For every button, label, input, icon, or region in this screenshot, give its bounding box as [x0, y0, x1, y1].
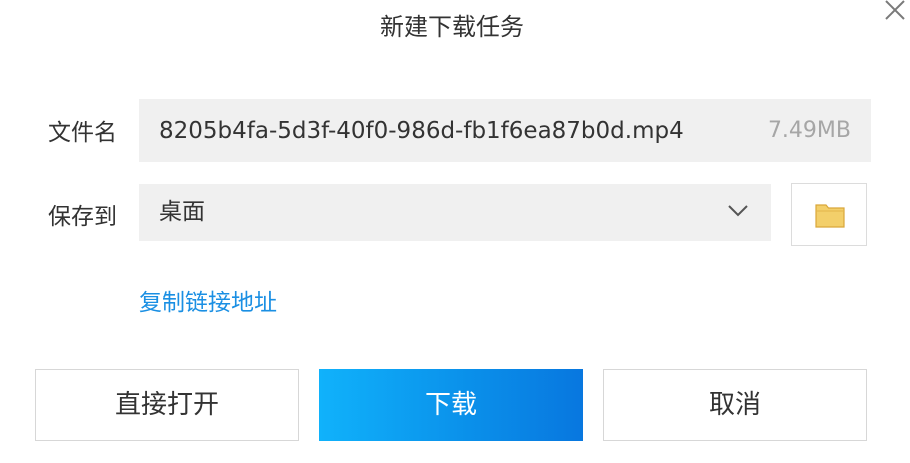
browse-folder-button[interactable] — [791, 183, 867, 246]
save-location-value: 桌面 — [159, 199, 205, 225]
file-name-label: 文件名 — [48, 120, 117, 146]
chevron-down-icon — [728, 205, 748, 217]
cancel-button[interactable]: 取消 — [603, 369, 867, 441]
dialog-title: 新建下载任务 — [380, 13, 524, 41]
close-button[interactable] — [876, 0, 910, 24]
file-size: 7.49MB — [767, 118, 851, 143]
download-button[interactable]: 下载 — [319, 369, 583, 441]
copy-link-address[interactable]: 复制链接地址 — [139, 288, 277, 318]
save-location-select[interactable]: 桌面 — [139, 184, 771, 241]
file-name-field[interactable]: 8205b4fa-5d3f-40f0-986d-fb1f6ea87b0d.mp4… — [139, 99, 871, 162]
folder-icon — [815, 204, 845, 228]
open-directly-button[interactable]: 直接打开 — [35, 369, 299, 441]
save-to-label: 保存到 — [48, 204, 117, 230]
file-name-value: 8205b4fa-5d3f-40f0-986d-fb1f6ea87b0d.mp4 — [159, 118, 684, 144]
close-icon — [885, 0, 905, 20]
new-download-dialog: 新建下载任务 文件名 8205b4fa-5d3f-40f0-986d-fb1f6… — [0, 0, 910, 463]
